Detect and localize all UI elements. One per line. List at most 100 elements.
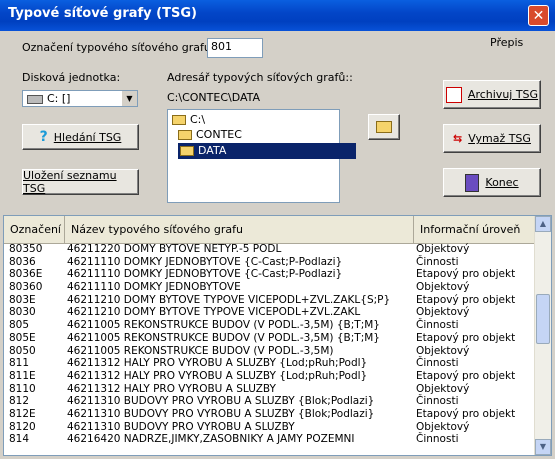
- designation-label: Označení typového síťového grafu:: [22, 41, 215, 54]
- end-button[interactable]: Konec: [443, 168, 541, 197]
- new-folder-icon: [376, 121, 392, 133]
- cell-designation: 8120: [9, 420, 36, 433]
- table-row[interactable]: 803E 46211210 DOMY BYTOVE TYPOVE VICEPODL…: [4, 294, 536, 307]
- save-list-button[interactable]: Uložení seznamu TSG: [22, 169, 139, 195]
- table-row[interactable]: 8050 46211005 REKONSTRUKCE BUDOV (V PODL.…: [4, 345, 536, 358]
- col-header-name[interactable]: Název typového síťového grafu: [65, 216, 414, 243]
- cell-level: Objektový: [416, 243, 470, 255]
- cell-level: Činnosti: [416, 357, 459, 370]
- drive-value: C: []: [47, 92, 71, 105]
- delete-icon: ⇆: [453, 132, 463, 145]
- drive-icon: [27, 95, 43, 104]
- vertical-scrollbar[interactable]: ▲ ▼: [534, 216, 551, 455]
- archive-button[interactable]: Archivuj TSG: [443, 80, 541, 109]
- table-row[interactable]: 8036E 46211110 DOMKY JEDNOBYTOVE {C-Cast;…: [4, 268, 536, 281]
- cell-level: Objektový: [416, 281, 470, 294]
- cell-name: 46211005 REKONSTRUKCE BUDOV (V PODL.-3,5…: [67, 344, 334, 357]
- folder-open-icon: [180, 146, 194, 156]
- cell-name: 46211312 HALY PRO VYROBU A SLUZBY: [67, 382, 276, 395]
- table-row[interactable]: 8120 46211310 BUDOVY PRO VYROBU A SLUZBY O…: [4, 421, 536, 434]
- table-header: Označení Název typového síťového grafu I…: [4, 216, 536, 244]
- table-row[interactable]: 8110 46211312 HALY PRO VYROBU A SLUZBY Obj…: [4, 383, 536, 396]
- cell-level: Činnosti: [416, 433, 459, 446]
- cell-name: 46211312 HALY PRO VYROBU A SLUZBY {Lod;p…: [67, 369, 368, 382]
- cell-designation: 812: [9, 395, 30, 408]
- cell-level: Objektový: [416, 420, 470, 433]
- scroll-down-icon[interactable]: ▼: [535, 439, 551, 455]
- cell-designation: 80350: [9, 243, 43, 255]
- table-row[interactable]: 8030 46211210 DOMY BYTOVE TYPOVE VICEPODL…: [4, 306, 536, 319]
- table-row[interactable]: 811 46211312 HALY PRO VYROBU A SLUZBY {Lo…: [4, 357, 536, 370]
- table-row[interactable]: 805 46211005 REKONSTRUKCE BUDOV (V PODL.-…: [4, 319, 536, 332]
- cell-name: 46216420 NADRZE,JIMKY,ZASOBNIKY A JAMY P…: [67, 433, 355, 446]
- cell-name: 46211005 REKONSTRUKCE BUDOV (V PODL.-3,5…: [67, 319, 380, 332]
- cell-designation: 8110: [9, 382, 36, 395]
- close-button[interactable]: ✕: [528, 5, 549, 26]
- cell-level: Objektový: [416, 306, 470, 319]
- cell-designation: 8036: [9, 255, 36, 268]
- cell-designation: 814: [9, 433, 30, 446]
- new-folder-button[interactable]: [368, 114, 400, 140]
- designation-input[interactable]: 801: [207, 38, 263, 58]
- cell-designation: 80360: [9, 281, 43, 294]
- cell-name: 46211005 REKONSTRUKCE BUDOV (V PODL.-3,5…: [67, 331, 380, 344]
- search-button[interactable]: ? Hledání TSG: [22, 124, 139, 150]
- directory-list[interactable]: C:\ CONTEC DATA: [167, 109, 356, 203]
- cell-designation: 8030: [9, 306, 36, 319]
- cell-designation: 803E: [9, 293, 36, 306]
- col-header-designation[interactable]: Označení: [4, 216, 65, 243]
- dir-item-root[interactable]: C:\: [170, 112, 205, 128]
- cell-level: Činnosti: [416, 319, 459, 332]
- table-row[interactable]: 814 46216420 NADRZE,JIMKY,ZASOBNIKY A JAM…: [4, 433, 536, 446]
- cell-name: 46211110 DOMKY JEDNOBYTOVE: [67, 281, 241, 294]
- table-row[interactable]: 8036 46211110 DOMKY JEDNOBYTOVE {C-Cast;P…: [4, 256, 536, 269]
- cell-name: 46211210 DOMY BYTOVE TYPOVE VICEPODL+ZVL…: [67, 293, 391, 306]
- cell-designation: 805: [9, 319, 30, 332]
- cell-level: Činnosti: [416, 395, 459, 408]
- prepis-label: Přepis: [490, 36, 524, 49]
- cell-name: 46211310 BUDOVY PRO VYROBU A SLUZBY {Blo…: [67, 395, 375, 408]
- col-header-level[interactable]: Informační úroveň: [414, 216, 536, 243]
- cell-level: Činnosti: [416, 255, 459, 268]
- table-row[interactable]: 812E 46211310 BUDOVY PRO VYROBU A SLUZBY …: [4, 408, 536, 421]
- table-row[interactable]: 811E 46211312 HALY PRO VYROBU A SLUZBY {L…: [4, 370, 536, 383]
- cell-name: 46211210 DOMY BYTOVE TYPOVE VICEPODL+ZVL…: [67, 306, 361, 319]
- title-bar: Typové síťové grafy (TSG) ✕: [0, 0, 555, 31]
- dir-item-contec[interactable]: CONTEC: [176, 127, 242, 143]
- dir-path: C:\CONTEC\DATA: [167, 91, 261, 104]
- table-row[interactable]: 812 46211310 BUDOVY PRO VYROBU A SLUZBY {…: [4, 395, 536, 408]
- cell-designation: 8036E: [9, 268, 43, 281]
- dir-item-data[interactable]: DATA: [178, 143, 356, 159]
- window-title: Typové síťové grafy (TSG): [8, 6, 197, 21]
- cell-name: 46211310 BUDOVY PRO VYROBU A SLUZBY {Blo…: [67, 407, 375, 420]
- cell-level: Objektový: [416, 344, 470, 357]
- cell-designation: 811: [9, 357, 30, 370]
- cell-level: Objektový: [416, 382, 470, 395]
- cell-name: 46211110 DOMKY JEDNOBYTOVE {C-Cast;P-Pod…: [67, 268, 343, 281]
- cell-level: Etapový pro objekt: [416, 407, 516, 420]
- table-row[interactable]: 805E 46211005 REKONSTRUKCE BUDOV (V PODL.…: [4, 332, 536, 345]
- tsg-table[interactable]: Označení Název typového síťového grafu I…: [3, 215, 552, 456]
- table-row[interactable]: 80360 46211110 DOMKY JEDNOBYTOVE Objektový: [4, 281, 536, 294]
- cell-level: Etapový pro objekt: [416, 268, 516, 281]
- drive-select[interactable]: C: [] ▼: [22, 90, 138, 107]
- dir-label: Adresář typových síťových grafů::: [167, 71, 353, 84]
- cell-name: 46211110 DOMKY JEDNOBYTOVE {C-Cast;P-Pod…: [67, 255, 343, 268]
- delete-button[interactable]: ⇆ Vymaž TSG: [443, 124, 541, 153]
- table-body: 80350 46211220 DOMY BYTOVE NETYP.-5 PODL O…: [4, 243, 536, 446]
- chevron-down-icon[interactable]: ▼: [121, 91, 137, 106]
- scroll-thumb[interactable]: [536, 294, 550, 344]
- question-icon: ?: [39, 129, 48, 145]
- cell-designation: 8050: [9, 344, 36, 357]
- folder-icon: [172, 115, 186, 125]
- cell-designation: 805E: [9, 331, 36, 344]
- table-row[interactable]: 80350 46211220 DOMY BYTOVE NETYP.-5 PODL O…: [4, 243, 536, 256]
- cell-level: Etapový pro objekt: [416, 293, 516, 306]
- cell-designation: 812E: [9, 407, 36, 420]
- cell-name: 46211220 DOMY BYTOVE NETYP.-5 PODL: [67, 243, 282, 255]
- cell-level: Etapový pro objekt: [416, 369, 516, 382]
- scroll-up-icon[interactable]: ▲: [535, 216, 551, 232]
- cell-name: 46211310 BUDOVY PRO VYROBU A SLUZBY: [67, 420, 295, 433]
- exit-door-icon: [465, 173, 480, 192]
- folder-icon: [178, 130, 192, 140]
